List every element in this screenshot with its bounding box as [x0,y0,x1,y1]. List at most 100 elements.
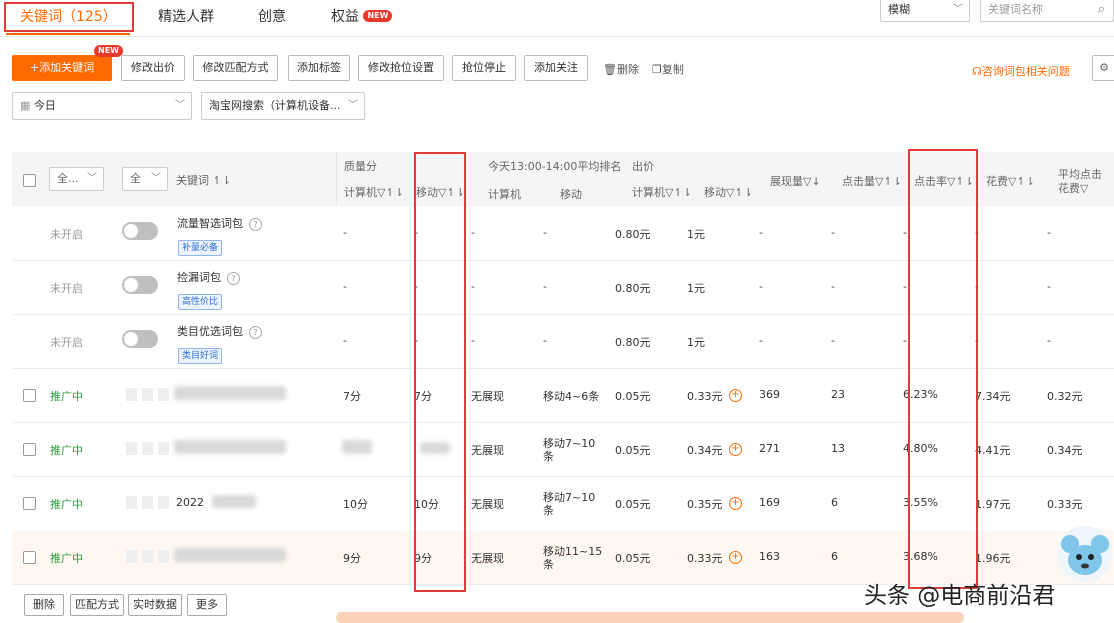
settings-gear-icon[interactable]: ⚙ [1092,55,1114,81]
blurred-quality [342,440,372,454]
search-icon: ⌕ [1098,0,1105,21]
star-icon[interactable] [142,496,153,509]
status-filter-select[interactable]: 全...﹀ [49,167,104,191]
bottom-realtime-button[interactable]: 实时数据 [128,594,182,616]
cell-bid-pc: 0.80元 [615,334,651,350]
bottom-match-button[interactable]: 匹配方式 [70,594,124,616]
cell-bid-mob: 1元 [687,334,705,350]
plus-circle-icon[interactable]: + [729,497,742,510]
star-icon[interactable] [158,442,169,455]
row-toggle[interactable] [122,222,158,240]
row-checkbox[interactable] [23,443,36,456]
cell-r-mob: - [543,280,547,293]
star-icon[interactable] [158,496,169,509]
row-status: 推广中 [50,388,83,404]
plus-circle-icon[interactable]: + [729,389,742,402]
package-name: 类目优选词包? [177,323,262,339]
cell-r-pc: 无展现 [471,388,504,404]
col-keyword[interactable]: 关键词 ↿⇂ [176,172,231,188]
row-checkbox[interactable] [23,551,36,564]
star-icon[interactable] [158,550,169,563]
cell-cpc: - [1047,334,1051,347]
cell-cpc: 0.34元 [1047,442,1083,458]
watermark-text: 头条 @电商前沿君 [864,576,1055,610]
bottom-delete-button[interactable]: 删除 [24,594,64,616]
star-icon[interactable] [142,550,153,563]
cell-r-mob: 移动7~10条 [543,437,603,463]
grab-stop-button[interactable]: 抢位停止 [452,55,516,81]
add-tag-button[interactable]: 添加标签 [288,55,350,81]
cell-bid-pc: 0.05元 [615,550,651,566]
col-cost-label: 花费 [986,175,1008,188]
bottom-more-button[interactable]: 更多 [187,594,227,616]
star-icon[interactable] [126,550,137,563]
col-bid-pc[interactable]: 计算机▽↿⇂ [632,184,692,200]
col-clicks[interactable]: 点击量▽↿⇂ [842,173,902,189]
cell-imp: - [759,226,763,239]
keyword-name[interactable]: 2022 [176,496,204,509]
select-all-checkbox[interactable] [23,174,36,187]
modify-grab-button[interactable]: 修改抢位设置 [358,55,444,81]
row-checkbox[interactable] [23,497,36,510]
col-cost[interactable]: 花费▽↿⇂ [986,173,1035,189]
cell-bid-pc: 0.05元 [615,388,651,404]
cell-ctr: - [903,226,907,239]
horizontal-scrollbar[interactable] [336,612,964,623]
col-rank-mobile: 移动 [560,186,582,202]
modify-match-button[interactable]: 修改匹配方式 [193,55,278,81]
delete-link[interactable]: 🗑删除 [603,61,639,77]
plus-circle-icon[interactable]: + [729,551,742,564]
consult-link[interactable]: ☊咨询词包相关问题 [972,63,1070,79]
tab-benefits[interactable]: 权益 NEW [331,4,392,30]
star-icon[interactable] [142,388,153,401]
col-impressions[interactable]: 展现量▽↓ [770,173,821,189]
help-icon[interactable]: ? [227,272,240,285]
modify-bid-button[interactable]: 修改出价 [121,55,185,81]
status-filter-value: 全... [57,172,79,185]
package-name-label: 类目优选词包 [177,325,243,338]
keyword-search-input[interactable]: 关键词名称 ⌕ [980,0,1114,22]
row-toggle[interactable] [122,330,158,348]
cell-bid-mob: 0.33元 [687,388,723,404]
date-value: 今日 [34,99,56,112]
add-follow-button[interactable]: 添加关注 [524,55,588,81]
cell-r-mob: 移动4~6条 [543,388,599,404]
col-bid-mobile[interactable]: 移动▽↿⇂ [704,184,753,200]
match-type-select[interactable]: 模糊 ﹀ [880,0,970,22]
copy-label: 复制 [662,63,684,76]
cell-imp: 163 [759,550,780,563]
tab-creative[interactable]: 创意 [258,4,286,30]
col-rank-pc: 计算机 [488,186,521,202]
tab-audience[interactable]: 精选人群 [158,4,214,30]
trash-icon: 🗑 [603,63,617,76]
cell-q-pc: 10分 [343,496,368,512]
type-filter-select[interactable]: 全﹀ [122,167,168,191]
row-toggle[interactable] [122,276,158,294]
channel-select[interactable]: 淘宝网搜索（计算机设备... ﹀ [201,92,365,120]
star-icon[interactable] [126,388,137,401]
cell-bid-mob: 0.33元 [687,550,723,566]
plus-circle-icon[interactable]: + [729,443,742,456]
star-icon[interactable] [126,442,137,455]
star-icon[interactable] [158,388,169,401]
help-icon[interactable]: ? [249,218,262,231]
cell-bid-mob: 0.34元 [687,442,723,458]
cell-bid-pc: 0.05元 [615,496,651,512]
date-select[interactable]: ▦ 今日 ﹀ [12,92,192,120]
row-status: 推广中 [50,496,83,512]
col-avg-cpc[interactable]: 花费▽ [1058,180,1088,196]
help-icon[interactable]: ? [249,326,262,339]
cell-imp: - [759,280,763,293]
cell-bid-pc: 0.80元 [615,280,651,296]
calendar-icon: ▦ [20,99,34,112]
add-keyword-button[interactable]: +添加关键词 [12,55,112,81]
row-checkbox[interactable] [23,389,36,402]
star-icon[interactable] [142,442,153,455]
cell-q-pc: - [343,226,347,239]
cell-clk: - [831,226,835,239]
blurred-keyword [174,386,286,400]
col-quality-pc[interactable]: 计算机▽↿⇂ [344,184,404,200]
star-icon[interactable] [126,496,137,509]
copy-link[interactable]: ❐复制 [652,61,684,77]
cell-cost: 4.41元 [975,442,1011,458]
